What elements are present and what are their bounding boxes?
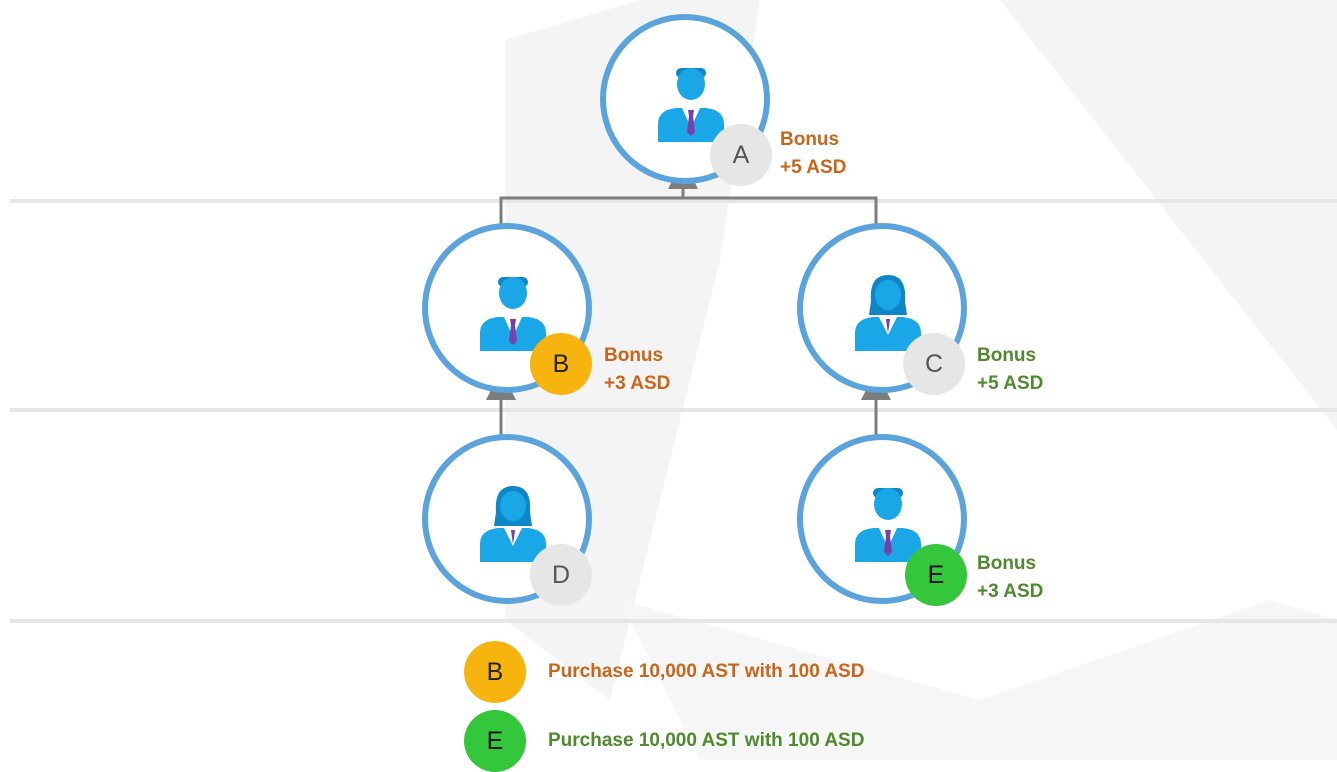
node-badge: D [530,544,592,606]
bonus-label-e: Bonus +3 ASD [977,550,1043,606]
female-user-icon [480,486,546,562]
node-b: B [422,223,592,395]
bonus-line-1: Bonus [977,553,1037,574]
node-badge: C [903,333,965,395]
female-user-icon [855,275,921,351]
legend-badge: E [464,710,526,772]
bonus-line-1: Bonus [780,129,840,150]
bonus-line-2: +3 ASD [977,581,1044,602]
bonus-line-2: +5 ASD [977,373,1044,394]
connector-bc-to-a [499,196,878,226]
legend-text: Purchase 10,000 AST with 100 ASD [548,661,865,682]
male-user-icon [480,277,546,351]
legend-text: Purchase 10,000 AST with 100 ASD [548,730,865,751]
male-user-icon [658,68,724,142]
bonus-line-1: Bonus [977,345,1037,366]
bonus-line-2: +5 ASD [780,157,847,178]
legend-badge: B [464,641,526,703]
legend-item-e: E Purchase 10,000 AST with 100 ASD [464,710,864,772]
bonus-label-b: Bonus +3 ASD [604,342,670,398]
node-c: C [797,223,967,395]
node-badge: B [530,333,592,395]
bonus-line-2: +3 ASD [604,373,671,394]
bonus-label-a: Bonus +5 ASD [780,126,846,182]
legend-item-b: B Purchase 10,000 AST with 100 ASD [464,641,864,703]
node-d: D [422,434,592,606]
bonus-line-1: Bonus [604,345,664,366]
male-user-icon [855,488,921,562]
node-badge: E [905,544,967,606]
node-a: A [600,14,772,186]
node-e: E [797,434,967,606]
node-badge: A [710,124,772,186]
bonus-label-c: Bonus +5 ASD [977,342,1043,398]
